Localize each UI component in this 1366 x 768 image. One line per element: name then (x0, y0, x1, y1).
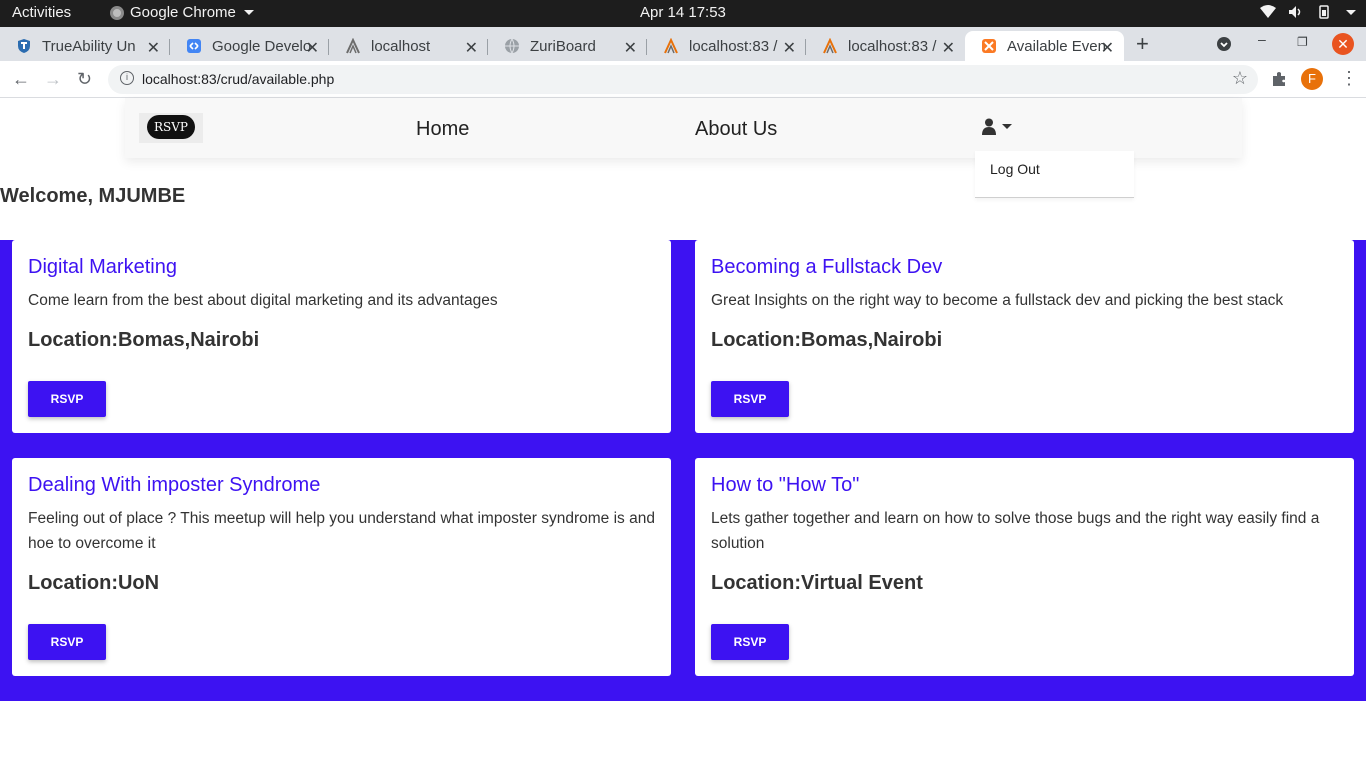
rsvp-button[interactable]: RSVP (711, 381, 789, 417)
system-menu-caret-icon (1346, 9, 1356, 15)
back-icon[interactable]: ← (12, 69, 30, 90)
close-tab-icon[interactable]: ✕ (306, 38, 319, 58)
event-location: Location:Virtual Event (711, 572, 923, 594)
url-text[interactable]: localhost:83/crud/available.php (142, 71, 334, 87)
wifi-icon (1260, 5, 1276, 18)
profile-avatar[interactable]: F (1301, 68, 1323, 90)
activities-button[interactable]: Activities (12, 4, 71, 21)
web-page: RSVP Home About Us Log Out Welcome, MJUM… (0, 98, 1366, 768)
close-tab-icon[interactable]: ✕ (1101, 38, 1114, 58)
chevron-down-icon (1002, 124, 1012, 129)
event-location: Location:Bomas,Nairobi (28, 329, 260, 351)
event-title[interactable]: Dealing With imposter Syndrome (28, 474, 320, 497)
reload-icon[interactable]: ↻ (77, 69, 92, 90)
nav-home-link[interactable]: Home (416, 118, 469, 141)
rsvp-button[interactable]: RSVP (28, 381, 106, 417)
rsvp-logo-badge: RSVP (147, 115, 195, 139)
browser-toolbar: ← → ↻ i localhost:83/crud/available.php … (0, 61, 1366, 98)
close-tab-icon[interactable]: ✕ (624, 38, 637, 58)
app-name: Google Chrome (130, 4, 236, 21)
tab-available-events[interactable]: Available Even ✕ (965, 31, 1124, 61)
tab-localhost-83-a[interactable]: localhost:83 / ✕ (647, 31, 806, 61)
address-bar[interactable]: i localhost:83/crud/available.php ☆ (108, 65, 1258, 94)
phpmyadmin-icon (664, 38, 678, 54)
event-card: Becoming a Fullstack Dev Great Insights … (695, 240, 1354, 433)
nav-about-link[interactable]: About Us (695, 118, 777, 141)
logout-menu-item[interactable]: Log Out (990, 161, 1040, 177)
globe-icon (505, 38, 519, 54)
site-navbar: RSVP Home About Us (125, 98, 1242, 158)
event-description: Great Insights on the right way to becom… (711, 292, 1284, 309)
clock[interactable]: Apr 14 17:53 (640, 4, 726, 21)
window-close-icon[interactable]: ✕ (1332, 33, 1354, 55)
trueability-icon (18, 39, 30, 53)
event-card: How to "How To" Lets gather together and… (695, 458, 1354, 676)
event-description: Come learn from the best about digital m… (28, 292, 498, 309)
close-tab-icon[interactable]: ✕ (942, 38, 955, 58)
event-title[interactable]: Digital Marketing (28, 256, 177, 279)
event-location: Location:UoN (28, 572, 160, 594)
phpmyadmin-icon (346, 38, 360, 54)
event-title[interactable]: Becoming a Fullstack Dev (711, 256, 942, 279)
google-developers-icon (187, 39, 201, 53)
event-card: Dealing With imposter Syndrome Feeling o… (12, 458, 671, 676)
event-title[interactable]: How to "How To" (711, 474, 859, 497)
rsvp-button[interactable]: RSVP (711, 624, 789, 660)
event-card: Digital Marketing Come learn from the be… (12, 240, 671, 433)
battery-icon (1319, 5, 1329, 19)
tab-strip: TrueAbility Un ✕ Google Develo ✕ localho… (0, 27, 1366, 61)
event-description: Feeling out of place ? This meetup will … (28, 510, 655, 552)
tab-zuriboard[interactable]: ZuriBoard ✕ (488, 31, 647, 61)
tab-search-icon[interactable] (1216, 36, 1232, 52)
bookmark-star-icon[interactable]: ☆ (1232, 68, 1248, 89)
phpmyadmin-icon (823, 38, 837, 54)
minimize-icon[interactable]: – (1258, 31, 1266, 47)
restore-icon[interactable]: ❐ (1297, 35, 1308, 49)
rsvp-button[interactable]: RSVP (28, 624, 106, 660)
tab-localhost[interactable]: localhost ✕ (329, 31, 488, 61)
close-tab-icon[interactable]: ✕ (783, 38, 796, 58)
volume-icon (1289, 6, 1301, 18)
system-top-bar: Activities Google Chrome Apr 14 17:53 (0, 0, 1366, 27)
chrome-icon (110, 5, 124, 20)
user-dropdown-menu: Log Out (975, 151, 1134, 198)
new-tab-button[interactable]: + (1136, 31, 1149, 57)
tab-trueability[interactable]: TrueAbility Un ✕ (0, 31, 170, 61)
tab-localhost-83-b[interactable]: localhost:83 / ✕ (806, 31, 965, 61)
events-section: Digital Marketing Come learn from the be… (0, 240, 1366, 701)
close-tab-icon[interactable]: ✕ (147, 38, 160, 58)
chevron-down-icon (243, 10, 254, 15)
extensions-icon[interactable] (1270, 70, 1288, 88)
event-location: Location:Bomas,Nairobi (711, 329, 943, 351)
close-tab-icon[interactable]: ✕ (465, 38, 478, 58)
site-logo[interactable]: RSVP (139, 113, 203, 143)
site-info-icon[interactable]: i (120, 71, 134, 85)
app-menu[interactable]: Google Chrome (110, 4, 254, 21)
forward-icon[interactable]: → (44, 69, 62, 90)
welcome-heading: Welcome, MJUMBE (0, 185, 186, 207)
tab-google-developers[interactable]: Google Develo ✕ (170, 31, 329, 61)
system-tray[interactable] (1260, 5, 1356, 19)
user-menu-toggle[interactable] (982, 118, 1012, 135)
chrome-menu-icon[interactable]: ⋮ (1340, 68, 1358, 89)
xampp-icon (982, 39, 996, 53)
user-icon (982, 118, 996, 135)
event-description: Lets gather together and learn on how to… (711, 510, 1320, 552)
